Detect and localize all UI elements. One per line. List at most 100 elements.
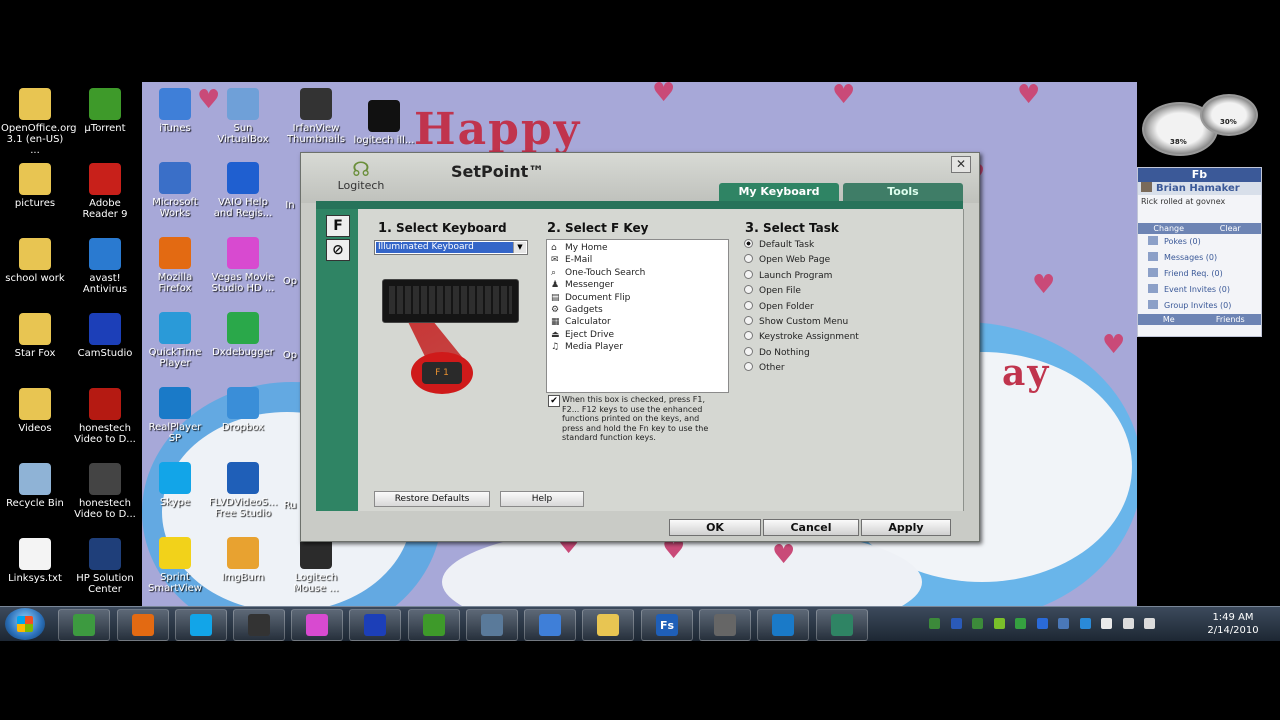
desktop-icon[interactable]: Adobe Reader 9 [71, 163, 139, 220]
fkey-list-item[interactable]: ▤ Document Flip [551, 292, 630, 304]
help-button[interactable]: Help [500, 491, 584, 507]
display-icon[interactable] [950, 618, 962, 629]
close-button[interactable]: ✕ [951, 156, 971, 173]
green-leaf-icon[interactable] [993, 618, 1005, 629]
cancel-button[interactable]: Cancel [763, 519, 859, 536]
taskbar-button[interactable] [582, 609, 634, 641]
task-radio[interactable]: Launch Program [744, 269, 832, 282]
taskbar-button[interactable] [175, 609, 227, 641]
chevron-down-icon[interactable]: ▼ [513, 242, 526, 253]
logitech-tray-icon[interactable] [929, 618, 940, 629]
volume-icon[interactable] [1144, 618, 1155, 629]
radio-button-icon[interactable] [744, 331, 753, 341]
task-radio[interactable]: Keystroke Assignment [744, 331, 859, 343]
tab-tools[interactable]: Tools [843, 183, 963, 201]
network-icon[interactable] [972, 618, 983, 629]
taskbar-button[interactable] [524, 609, 576, 641]
bluetooth-icon[interactable] [1036, 618, 1048, 629]
desktop-icon[interactable]: Mozilla Firefox [141, 237, 209, 294]
ok-button[interactable]: OK [669, 519, 761, 536]
task-radio[interactable]: Default Task [744, 239, 814, 251]
fkey-list-item[interactable]: ⌕ One-Touch Search [551, 267, 645, 279]
radio-button-icon[interactable] [744, 269, 753, 279]
taskbar-button[interactable] [757, 609, 809, 641]
taskbar-button[interactable] [699, 609, 751, 641]
radio-button-icon[interactable] [744, 254, 753, 264]
radio-button-icon[interactable] [744, 362, 753, 372]
desktop-icon[interactable]: OpenOffice.org 3.1 (en-US) ... [1, 88, 76, 156]
desktop-icon[interactable]: FLVDVideoS... Free Studio [209, 462, 278, 519]
desktop-icon[interactable]: Dxdebugger [209, 312, 277, 358]
start-button[interactable] [5, 608, 45, 640]
desktop-icon[interactable]: IrfanView Thumbnails [282, 88, 350, 145]
desktop-icon[interactable]: iTunes [141, 88, 209, 134]
taskbar-button[interactable]: Fs [641, 609, 693, 641]
clock[interactable]: 1:49 AM 2/14/2010 [1198, 611, 1268, 637]
cpu-meter-gadget[interactable]: 38% 30% [1140, 92, 1258, 156]
friends-button[interactable]: Friends [1200, 314, 1262, 325]
desktop-icon[interactable]: VAIO Help and Regis... [209, 162, 277, 219]
desktop-icon[interactable]: ImgBurn [209, 537, 277, 583]
disable-keys-button[interactable]: ⊘ [326, 239, 350, 261]
desktop-icon[interactable]: Sun VirtualBox [209, 88, 277, 145]
radio-button-icon[interactable] [744, 346, 753, 356]
keyboard-select[interactable]: Illuminated Keyboard ▼ [374, 240, 528, 255]
facebook-notification-row[interactable]: Event Invites (0) [1138, 282, 1261, 298]
facebook-notification-row[interactable]: Friend Req. (0) [1138, 266, 1261, 282]
facebook-notification-row[interactable]: Pokes (0) [1138, 234, 1261, 250]
taskbar-button[interactable] [408, 609, 460, 641]
desktop-icon[interactable]: Dropbox [209, 387, 277, 433]
desktop-icon[interactable]: HP Solution Center [71, 538, 139, 595]
fkey-list-item[interactable]: ♟ Messenger [551, 279, 614, 291]
apply-button[interactable]: Apply [861, 519, 951, 536]
desktop-icon[interactable]: logitech ill... [350, 100, 418, 146]
radio-button-icon[interactable] [744, 316, 753, 325]
taskbar-button[interactable] [466, 609, 518, 641]
restore-defaults-button[interactable]: Restore Defaults [374, 491, 490, 507]
desktop-icon[interactable]: Linksys.txt [1, 538, 69, 584]
radio-button-icon[interactable] [744, 285, 753, 295]
desktop-icon[interactable]: honestech Video to D... [71, 463, 139, 520]
change-status-button[interactable]: Change [1138, 223, 1200, 234]
taskbar-button[interactable] [816, 609, 868, 641]
desktop-icon[interactable]: RealPlayer SP [141, 387, 209, 444]
taskbar-button[interactable] [291, 609, 343, 641]
fkey-list-item[interactable]: ⌂ My Home [551, 242, 608, 254]
fkey-list-item[interactable]: ♫ Media Player [551, 341, 623, 353]
fkey-list-item[interactable]: ⏏ Eject Drive [551, 329, 614, 341]
task-radio[interactable]: Open Folder [744, 300, 814, 313]
taskbar-button[interactable] [233, 609, 285, 641]
sync-icon[interactable] [1015, 618, 1026, 629]
task-radio[interactable]: Open File [744, 285, 801, 297]
desktop-icon[interactable]: pictures [1, 163, 69, 209]
fkey-list-item[interactable]: ✉ E-Mail [551, 254, 592, 266]
taskbar-button[interactable] [58, 609, 110, 641]
desktop-icon[interactable]: µTorrent [71, 88, 139, 134]
usb-icon[interactable] [1058, 618, 1069, 629]
desktop-icon[interactable]: Recycle Bin [1, 463, 69, 509]
radio-button-icon[interactable] [744, 300, 753, 310]
taskbar-button[interactable] [117, 609, 169, 641]
desktop-icon[interactable]: Skype [141, 462, 209, 508]
radio-button-icon[interactable] [744, 239, 753, 248]
desktop-icon[interactable]: CamStudio [71, 313, 139, 359]
task-radio[interactable]: Open Web Page [744, 254, 830, 266]
taskbar-button[interactable] [349, 609, 401, 641]
desktop-icon[interactable]: Vegas Movie Studio HD ... [209, 237, 277, 294]
clear-status-button[interactable]: Clear [1200, 223, 1262, 234]
desktop-icon[interactable]: Star Fox [1, 313, 69, 359]
facebook-notification-row[interactable]: Group Invites (0) [1138, 298, 1261, 314]
task-radio[interactable]: Other [744, 362, 785, 374]
facebook-notification-row[interactable]: Messages (0) [1138, 250, 1261, 266]
fkey-list-item[interactable]: ▦ Calculator [551, 316, 611, 328]
me-button[interactable]: Me [1138, 314, 1200, 325]
desktop-icon[interactable]: QuickTime Player [141, 312, 209, 369]
fkey-list-item[interactable]: ⚙ Gadgets [551, 304, 603, 316]
desktop-icon[interactable]: Sprint SmartView [141, 537, 209, 594]
function-keys-button[interactable]: F [326, 215, 350, 237]
desktop-icon[interactable]: school work [1, 238, 69, 284]
facebook-user[interactable]: Brian Hamaker [1138, 182, 1261, 195]
desktop-icon[interactable]: avast! Antivirus [71, 238, 139, 295]
task-radio[interactable]: Show Custom Menu [744, 316, 848, 328]
task-radio[interactable]: Do Nothing [744, 346, 810, 359]
